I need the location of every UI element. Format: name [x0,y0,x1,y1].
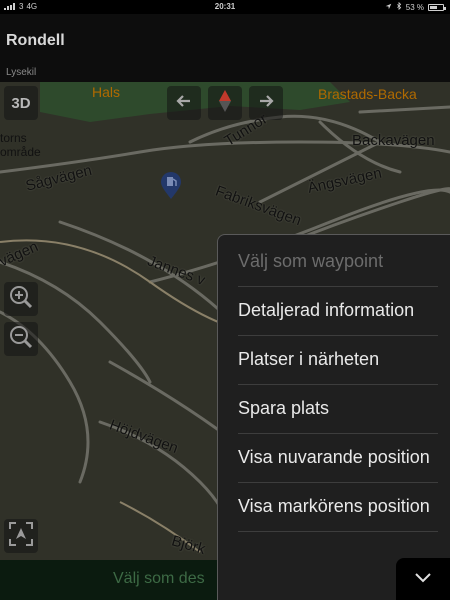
place-label-brastads-backa: Brastads-Backa [318,86,417,102]
menu-divider [238,531,438,532]
zoom-in-button[interactable] [4,282,38,316]
nav-forward-button[interactable] [249,86,283,120]
nav-back-button[interactable] [167,86,201,120]
3d-toggle-button[interactable]: 3D [4,86,38,120]
fuel-station-pin-icon[interactable] [160,172,182,200]
menu-item-show-current-position[interactable]: Visa nuvarande position [238,433,438,482]
road-label-backavagen: Backavägen [352,132,435,149]
zoom-out-button[interactable] [4,322,38,356]
menu-item-waypoint: Välj som waypoint [238,251,384,271]
arrow-left-icon [175,92,193,115]
app-header: Rondell Lysekil [0,14,450,82]
place-label-hals: Hals [92,84,121,100]
recenter-icon [8,521,34,552]
chevron-down-icon [414,570,432,588]
area-label-line2: område [0,145,41,159]
collapse-menu-button[interactable] [396,558,450,600]
menu-item-save-place[interactable]: Spara plats [238,384,438,433]
compass-button[interactable] [208,86,242,120]
clock: 20:31 [214,2,236,11]
context-menu: Välj som waypoint Detaljerad information… [217,234,450,600]
status-bar: 3 4G 20:31 53 % [0,0,450,14]
zoom-out-icon [8,324,34,355]
page-subtitle: Lysekil [6,67,37,78]
zoom-in-icon [8,284,34,315]
bluetooth-icon [396,1,402,12]
battery-icon [428,3,446,11]
set-destination-label: Välj som des [113,570,205,587]
area-label-line1: torns [0,131,27,145]
compass-icon [217,89,233,118]
battery-percent: 53 % [405,2,424,12]
recenter-button[interactable] [4,519,38,553]
page-title: Rondell [6,32,65,49]
menu-item-details[interactable]: Detaljerad information [238,286,438,335]
location-arrow-icon [385,3,392,12]
menu-item-show-cursor-position[interactable]: Visa markörens position [238,482,438,531]
arrow-right-icon [257,92,275,115]
menu-item-nearby[interactable]: Platser i närheten [238,335,438,384]
